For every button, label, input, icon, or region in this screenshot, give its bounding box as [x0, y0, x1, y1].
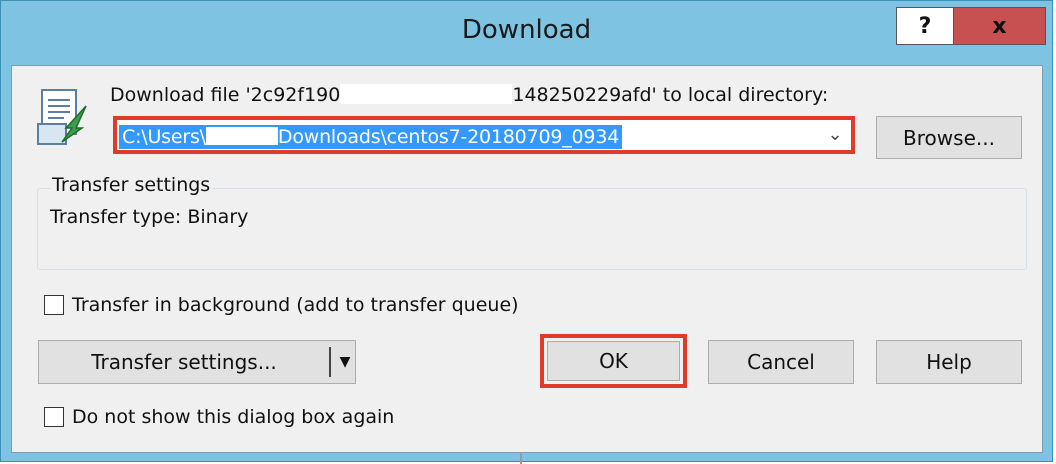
dont-show-again-option[interactable]: Do not show this dialog box again — [44, 406, 394, 428]
title-help-button[interactable]: ? — [896, 7, 954, 45]
download-target-label: Download file '2c92f190 148250229afd' to … — [110, 84, 828, 106]
download-label-suffix: 148250229afd' to local directory: — [512, 84, 829, 106]
background-transfer-checkbox[interactable] — [44, 295, 64, 315]
background-transfer-option[interactable]: Transfer in background (add to transfer … — [44, 294, 519, 316]
transfer-settings-group-title: Transfer settings — [50, 174, 213, 196]
path-suffix: Downloads\centos7-20180709_0934 — [277, 126, 620, 148]
dialog-title: Download — [461, 15, 592, 45]
redacted-region — [340, 84, 513, 104]
close-button[interactable]: x — [954, 7, 1046, 45]
background-artifact — [520, 452, 522, 464]
dont-show-again-checkbox[interactable] — [44, 407, 64, 427]
download-label-prefix: Download file '2c92f190 — [110, 84, 341, 106]
path-prefix: C:\Users\ — [122, 126, 206, 148]
download-document-icon — [37, 89, 87, 145]
transfer-settings-group — [37, 188, 1027, 270]
transfer-settings-split-button[interactable]: Transfer settings... ▼ — [38, 340, 356, 384]
redacted-username — [205, 127, 278, 145]
local-directory-combobox[interactable]: C:\Users\ Downloads\centos7-20180709_0934… — [113, 116, 855, 154]
selected-path-text[interactable]: C:\Users\ Downloads\centos7-20180709_0934 — [119, 125, 623, 149]
browse-button[interactable]: Browse... — [876, 116, 1022, 159]
download-dialog: Download ? x Download file '2c92f190 1482… — [0, 0, 1053, 462]
ok-highlight-frame: OK — [540, 334, 687, 388]
ok-button[interactable]: OK — [547, 341, 680, 381]
transfer-type-text: Transfer type: Binary — [50, 206, 249, 228]
help-button[interactable]: Help — [876, 340, 1022, 384]
cancel-button[interactable]: Cancel — [708, 340, 854, 384]
transfer-settings-button-label[interactable]: Transfer settings... — [39, 350, 329, 374]
background-transfer-label[interactable]: Transfer in background (add to transfer … — [72, 294, 519, 316]
triangle-down-icon[interactable]: ▼ — [335, 341, 355, 383]
chevron-down-icon[interactable]: ⌄ — [823, 123, 847, 147]
dont-show-again-label[interactable]: Do not show this dialog box again — [72, 406, 394, 428]
dialog-client-area: Download file '2c92f190 148250229afd' to … — [11, 65, 1043, 453]
split-separator — [329, 347, 331, 377]
